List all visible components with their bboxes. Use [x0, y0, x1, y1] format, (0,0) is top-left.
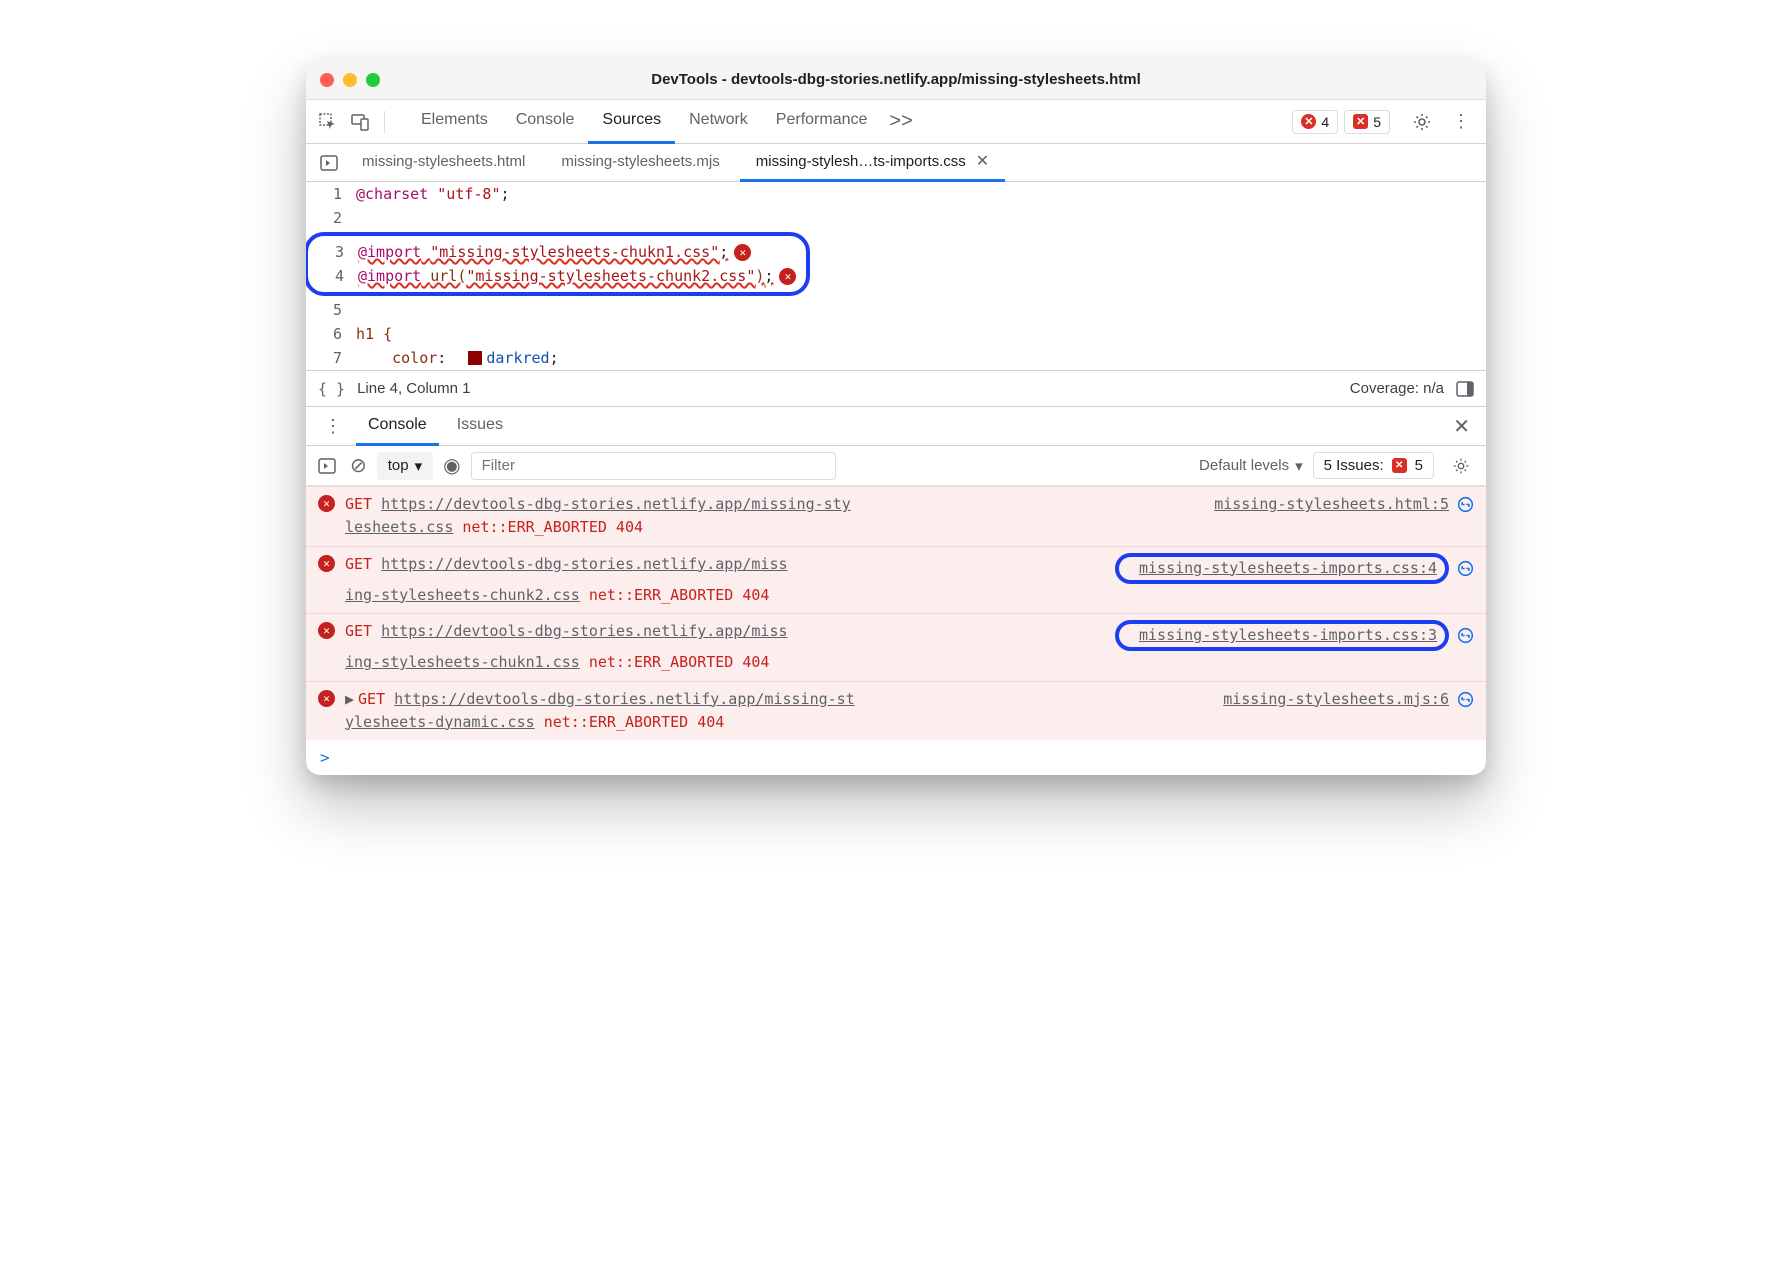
source-editor[interactable]: 1@charset "utf-8"; 2 3@import "missing-s…	[306, 182, 1486, 370]
issues-button[interactable]: 5 Issues:✕5	[1313, 452, 1434, 479]
message-body: GET https://devtools-dbg-stories.netlify…	[345, 493, 1474, 540]
minimize-icon[interactable]	[343, 73, 357, 87]
console-messages: ✕ GET https://devtools-dbg-stories.netli…	[306, 486, 1486, 740]
filetab-css[interactable]: missing-stylesh…ts-imports.css✕	[740, 144, 1005, 182]
maximize-icon[interactable]	[366, 73, 380, 87]
url-link[interactable]: lesheets.css	[345, 518, 453, 536]
url-link[interactable]: https://devtools-dbg-stories.netlify.app…	[381, 495, 851, 513]
drawer-tab-issues[interactable]: Issues	[445, 406, 515, 446]
error-icon: ✕	[318, 690, 335, 707]
source-link-highlighted[interactable]: missing-stylesheets-imports.css:4	[1115, 553, 1449, 584]
chevron-down-icon: ▾	[1295, 457, 1303, 475]
console-error-row: ✕ GET https://devtools-dbg-stories.netli…	[306, 486, 1486, 546]
more-tabs-icon[interactable]: >>	[881, 110, 920, 133]
status-badges: ✕4 ✕5	[1292, 110, 1390, 134]
message-body: GET https://devtools-dbg-stories.netlify…	[345, 620, 1474, 675]
url-link[interactable]: ing-stylesheets-chukn1.css	[345, 653, 580, 671]
console-toolbar: ⊘ top ▾ ◉ Default levels ▾ 5 Issues:✕5	[306, 446, 1486, 486]
drawer-kebab-icon[interactable]: ⋮	[316, 416, 350, 437]
console-prompt[interactable]: >	[306, 740, 1486, 775]
drawer-close-icon[interactable]: ✕	[1447, 414, 1476, 439]
window-title: DevTools - devtools-dbg-stories.netlify.…	[400, 71, 1392, 88]
tab-performance[interactable]: Performance	[762, 100, 882, 144]
device-icon[interactable]	[346, 108, 374, 136]
reload-icon[interactable]	[1457, 560, 1474, 577]
console-filter-input[interactable]	[471, 452, 836, 480]
tab-sources[interactable]: Sources	[588, 100, 675, 144]
live-expression-icon[interactable]: ◉	[443, 453, 460, 478]
tab-network[interactable]: Network	[675, 100, 762, 144]
error-count: 4	[1321, 114, 1329, 130]
titlebar: DevTools - devtools-dbg-stories.netlify.…	[306, 60, 1486, 100]
close-tab-icon[interactable]: ✕	[976, 151, 989, 171]
file-tabs: missing-stylesheets.html missing-stylesh…	[306, 144, 1486, 182]
expand-icon[interactable]: ▶	[345, 688, 354, 711]
error-badge[interactable]: ✕4	[1292, 110, 1338, 134]
navigator-icon[interactable]	[316, 150, 342, 176]
reload-icon[interactable]	[1457, 691, 1474, 708]
message-body: GET https://devtools-dbg-stories.netlify…	[345, 553, 1474, 608]
tab-elements[interactable]: Elements	[407, 100, 502, 144]
format-icon[interactable]: { }	[318, 380, 345, 398]
filetab-mjs[interactable]: missing-stylesheets.mjs	[545, 144, 735, 182]
traffic-lights	[320, 73, 400, 87]
main-toolbar: Elements Console Sources Network Perform…	[306, 100, 1486, 144]
url-link[interactable]: https://devtools-dbg-stories.netlify.app…	[394, 690, 855, 708]
error-icon: ✕	[318, 495, 335, 512]
clear-console-icon[interactable]: ⊘	[350, 453, 367, 478]
filetab-html[interactable]: missing-stylesheets.html	[346, 144, 541, 182]
color-swatch-icon[interactable]	[468, 351, 482, 365]
error-marker-icon[interactable]: ✕	[734, 244, 751, 261]
url-link[interactable]: https://devtools-dbg-stories.netlify.app…	[381, 555, 787, 573]
error-icon: ✕	[318, 555, 335, 572]
reload-icon[interactable]	[1457, 496, 1474, 513]
reload-icon[interactable]	[1457, 627, 1474, 644]
settings-icon[interactable]	[1404, 112, 1440, 132]
issue-count: 5	[1373, 114, 1381, 130]
cursor-position: Line 4, Column 1	[357, 380, 470, 397]
console-error-row: ✕ ▶GET https://devtools-dbg-stories.netl…	[306, 681, 1486, 741]
console-settings-icon[interactable]	[1444, 457, 1478, 475]
context-selector[interactable]: top ▾	[377, 452, 433, 480]
coverage-status: Coverage: n/a	[1350, 380, 1444, 397]
sidebar-toggle-icon[interactable]	[1456, 380, 1474, 398]
chevron-down-icon: ▾	[415, 457, 423, 475]
issue-badge[interactable]: ✕5	[1344, 110, 1390, 134]
drawer-tabs: ⋮ Console Issues ✕	[306, 406, 1486, 446]
inspect-icon[interactable]	[314, 108, 342, 136]
source-link[interactable]: missing-stylesheets.mjs:6	[1223, 688, 1449, 711]
error-highlight: 3@import "missing-stylesheets-chukn1.css…	[306, 232, 810, 296]
drawer-tab-console[interactable]: Console	[356, 406, 439, 446]
url-link[interactable]: ing-stylesheets-chunk2.css	[345, 586, 580, 604]
console-error-row: ✕ GET https://devtools-dbg-stories.netli…	[306, 613, 1486, 681]
source-link-highlighted[interactable]: missing-stylesheets-imports.css:3	[1115, 620, 1449, 651]
console-error-row: ✕ GET https://devtools-dbg-stories.netli…	[306, 546, 1486, 614]
panel-tabs: Elements Console Sources Network Perform…	[407, 100, 1278, 144]
url-link[interactable]: https://devtools-dbg-stories.netlify.app…	[381, 622, 787, 640]
editor-statusbar: { } Line 4, Column 1 Coverage: n/a	[306, 370, 1486, 406]
error-icon: ✕	[318, 622, 335, 639]
error-marker-icon[interactable]: ✕	[779, 268, 796, 285]
message-body: ▶GET https://devtools-dbg-stories.netlif…	[345, 688, 1474, 735]
source-link[interactable]: missing-stylesheets.html:5	[1214, 493, 1449, 516]
url-link[interactable]: ylesheets-dynamic.css	[345, 713, 535, 731]
log-levels-selector[interactable]: Default levels ▾	[1199, 457, 1303, 475]
console-sidebar-icon[interactable]	[314, 453, 340, 479]
close-icon[interactable]	[320, 73, 334, 87]
tab-console[interactable]: Console	[502, 100, 589, 144]
devtools-window: DevTools - devtools-dbg-stories.netlify.…	[306, 60, 1486, 775]
kebab-icon[interactable]: ⋮	[1444, 111, 1478, 132]
